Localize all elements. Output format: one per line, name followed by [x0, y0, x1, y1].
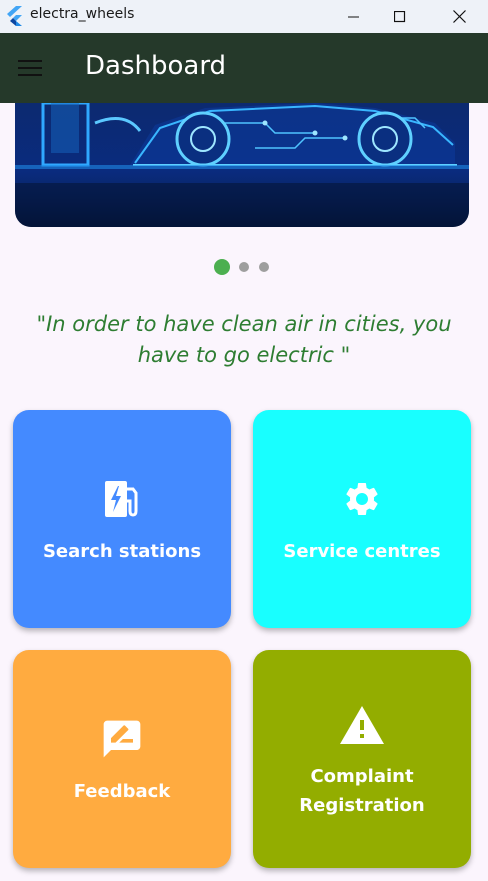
- quote-text: "In order to have clean air in cities, y…: [36, 312, 452, 367]
- menu-icon: [18, 60, 42, 76]
- window-titlebar: electra_wheels: [0, 0, 488, 33]
- menu-button[interactable]: [10, 53, 50, 83]
- image-carousel[interactable]: [15, 103, 469, 227]
- search-stations-button[interactable]: Search stations: [13, 410, 231, 628]
- service-centres-button[interactable]: Service centres: [253, 410, 471, 628]
- page-title: Dashboard: [85, 51, 227, 81]
- carousel-indicator: [0, 259, 488, 275]
- minimize-button[interactable]: [331, 0, 377, 33]
- gear-icon: [346, 483, 378, 515]
- flutter-logo-icon: [7, 6, 22, 26]
- complaint-registration-button[interactable]: Complaint Registration: [253, 650, 471, 868]
- maximize-icon: [394, 10, 406, 22]
- feedback-icon: [103, 720, 141, 758]
- minimize-icon: [348, 16, 359, 17]
- close-icon: [452, 10, 466, 23]
- window-title: electra_wheels: [30, 6, 135, 22]
- search-stations-label: Search stations: [42, 541, 202, 562]
- close-button[interactable]: [436, 0, 482, 33]
- carousel-dot-active[interactable]: [214, 259, 230, 275]
- carousel-dot[interactable]: [239, 262, 249, 272]
- carousel-dot[interactable]: [259, 262, 269, 272]
- app-bar: Dashboard: [0, 33, 488, 103]
- maximize-button[interactable]: [377, 0, 423, 33]
- warning-icon: [340, 706, 384, 744]
- feedback-label: Feedback: [73, 781, 171, 802]
- service-centres-label: Service centres: [283, 541, 441, 562]
- ev-station-icon: [105, 481, 138, 517]
- electric-car-image: [15, 103, 469, 227]
- feedback-button[interactable]: Feedback: [13, 650, 231, 868]
- complaint-registration-label: Complaint Registration: [299, 766, 425, 816]
